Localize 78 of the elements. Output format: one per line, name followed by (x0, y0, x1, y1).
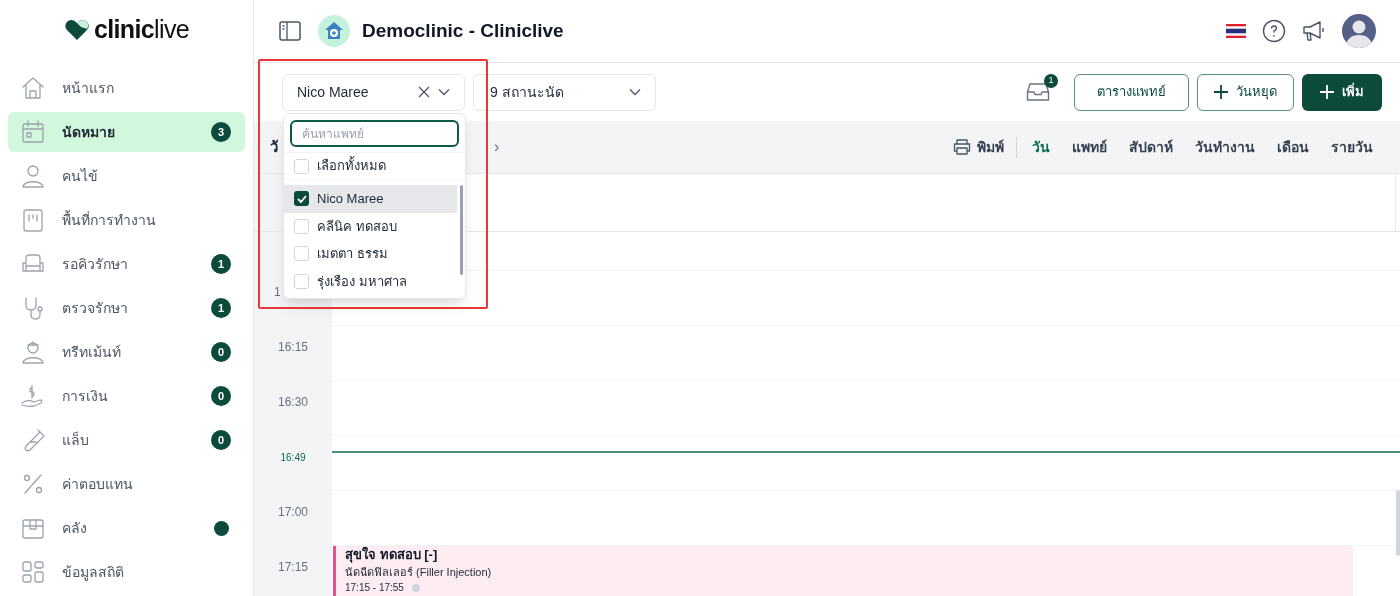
help-icon[interactable] (1262, 19, 1286, 43)
view-tab[interactable]: เดือน (1266, 136, 1320, 158)
printer-icon (953, 139, 971, 155)
sidebar-item[interactable]: แล็บ 0 (8, 420, 245, 460)
house-icon (20, 75, 46, 101)
grid-icon (20, 559, 46, 585)
calendar-icon (20, 119, 46, 145)
view-tab[interactable]: สัปดาห์ (1118, 136, 1184, 158)
nurse-icon (20, 339, 46, 365)
sidebar-item[interactable]: คลัง (8, 508, 245, 548)
appointment-title: สุขใจ ทดสอบ [-] (345, 547, 439, 563)
sidebar-item[interactable]: รอคิวรักษา 1 (8, 244, 245, 284)
select-all-label: เลือกทั้งหมด (317, 156, 386, 176)
scrollbar-thumb[interactable] (460, 185, 463, 275)
dropdown-option[interactable]: เมตตา ธรรม (284, 240, 457, 268)
checkbox[interactable] (294, 191, 309, 207)
dropdown-option[interactable]: รุ่งเรือง มหาศาล (284, 267, 457, 295)
sidebar-item[interactable]: ทรีทเม้นท์ 0 (8, 332, 245, 372)
appointment-service: นัดฉีดฟิลเลอร์ (Filler Injection) (345, 565, 493, 580)
person-icon (20, 163, 46, 189)
count-badge: 1 (1044, 74, 1058, 88)
heart-logo-icon (63, 19, 90, 41)
sidebar-toggle-icon[interactable] (278, 20, 302, 42)
dropdown-option[interactable]: Nico Maree (284, 185, 457, 213)
sidebar-item[interactable]: การเงิน 0 (8, 376, 245, 416)
sidebar-item[interactable]: ข้อมูลสถิติ (8, 552, 245, 592)
current-time-label: 16:49 (280, 452, 306, 463)
checkbox[interactable] (294, 246, 309, 262)
sidebar-item[interactable]: หน้าแรก (8, 68, 245, 108)
count-badge: 1 (211, 298, 231, 318)
board-icon (20, 207, 46, 233)
scrollbar-thumb[interactable] (1396, 490, 1400, 556)
time-label: 16:15 (278, 340, 308, 354)
count-badge: 1 (211, 254, 231, 274)
action-button[interactable]: เพิ่ม (1302, 73, 1382, 111)
appointment-card[interactable]: สุขใจ ทดสอบ [-] นัดฉีดฟิลเลอร์ (Filler Injection) 17:15 - 17:55 (333, 546, 1353, 596)
print-button[interactable]: พิมพ์ (953, 136, 1017, 158)
plus-icon (1214, 85, 1228, 99)
chevron-down-icon (629, 88, 641, 96)
action-button[interactable]: ตารางแพทย์ (1074, 73, 1189, 111)
page-title: Democlinic - Cliniclive (362, 18, 564, 43)
doctor-search-field[interactable]: ค้นหาแพทย์ (290, 120, 459, 147)
count-badge: 0 (211, 430, 231, 450)
sidebar-item[interactable]: นัดหมาย 3 (8, 112, 245, 152)
view-tab[interactable]: แพทย์ (1061, 136, 1118, 158)
time-label: 16:30 (278, 395, 308, 409)
time-label: 1 (274, 285, 281, 299)
inbox-icon[interactable] (1026, 80, 1050, 102)
time-label: 17:00 (278, 505, 308, 519)
count-badge: 0 (211, 342, 231, 362)
date-label: วั (270, 136, 278, 157)
sidebar-item[interactable]: ค่าตอบแทน (8, 464, 245, 504)
time-label: 17:15 (278, 560, 308, 574)
clear-icon[interactable] (418, 86, 430, 98)
checkbox[interactable] (294, 218, 309, 234)
checkbox[interactable] (294, 273, 309, 289)
count-badge: 0 (211, 386, 231, 406)
plus-icon (1320, 85, 1334, 99)
view-tab[interactable]: รายวัน (1320, 136, 1384, 158)
appointment-time: 17:15 - 17:55 (345, 581, 404, 594)
clinic-house-icon (318, 15, 350, 47)
checkbox[interactable] (294, 158, 309, 174)
status-select[interactable]: 9 สถานะนัด (473, 73, 656, 111)
sidebar-item[interactable]: พื้นที่การทำงาน (8, 200, 245, 240)
chevron-down-icon (438, 88, 450, 96)
sidebar-item[interactable]: ตรวจรักษา 1 (8, 288, 245, 328)
sidebar-item[interactable]: คนไข้ (8, 156, 245, 196)
thai-flag-icon[interactable] (1226, 24, 1246, 38)
dropdown-option[interactable]: คลีนิค ทดสอบ (284, 212, 457, 240)
avatar[interactable] (1342, 14, 1376, 48)
next-button[interactable]: › (494, 135, 500, 159)
action-button[interactable]: วันหยุด (1197, 73, 1294, 111)
count-badge: 3 (211, 122, 231, 142)
doctor-select[interactable]: Nico Maree (282, 73, 465, 111)
logo-text: cliniclive (93, 14, 190, 46)
megaphone-icon[interactable] (1302, 19, 1326, 43)
view-tab[interactable]: วันทำงาน (1184, 136, 1266, 158)
view-tab[interactable]: วัน (1021, 136, 1061, 158)
